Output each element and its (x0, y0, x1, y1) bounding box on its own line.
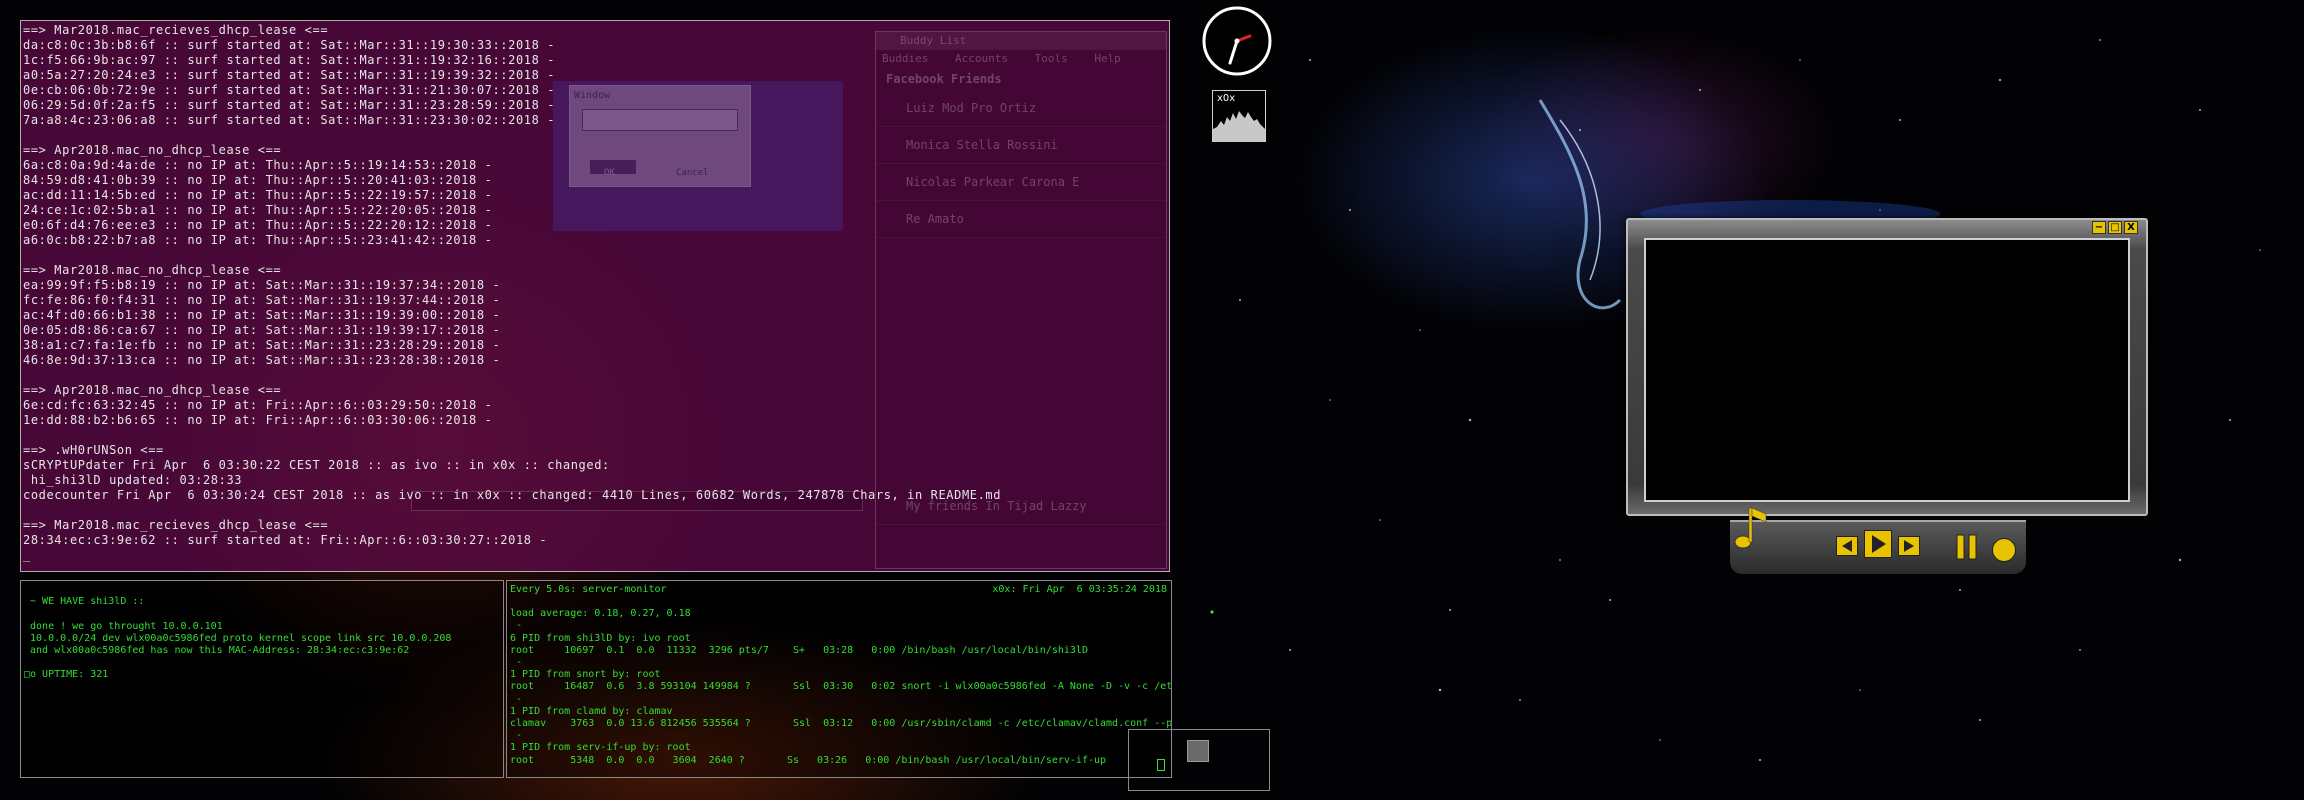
main-terminal-window[interactable]: Window OK Cancel Buddy List Buddies Acco… (20, 20, 1170, 572)
terminal-line: - (516, 730, 523, 742)
previous-icon (1842, 540, 1852, 552)
terminal-line: 46:8e:9d:37:13:ca :: no IP at: Sat::Mar:… (23, 353, 501, 367)
pager-workspace-cell[interactable] (1187, 740, 1209, 762)
server-monitor-output: load average: 0.18, 0.27, 0.18 - 6 PID f… (510, 596, 1172, 767)
terminal-line: load average: 0.18, 0.27, 0.18 (510, 608, 691, 620)
terminal-line: fc:fe:86:f0:f4:31 :: no IP at: Sat::Mar:… (23, 293, 501, 307)
terminal-line: ac:4f:d0:66:b1:38 :: no IP at: Sat::Mar:… (23, 308, 501, 322)
terminal-line: 1 PID from serv-if-up by: root (510, 742, 691, 754)
play-icon (1872, 535, 1886, 553)
terminal-line: 6 PID from shi3lD by: ivo root (510, 632, 691, 644)
terminal-line: and wlx00a0c5986fed has now this MAC-Add… (30, 645, 410, 657)
next-icon (1904, 540, 1914, 552)
cpu-load-graph: x0x (1212, 90, 1266, 142)
terminal-line: ea:99:9f:f5:b8:19 :: no IP at: Sat::Mar:… (23, 278, 501, 292)
terminal-line: da:c8:0c:3b:b8:6f :: surf started at: Sa… (23, 38, 556, 52)
stop-icon (1993, 539, 2015, 561)
terminal-line: 1 PID from snort by: root (510, 669, 661, 681)
terminal-line: 24:ce:1c:02:5b:a1 :: no IP at: Thu::Apr:… (23, 203, 493, 217)
terminal-line: 38:a1:c7:fa:1e:fb :: no IP at: Sat::Mar:… (23, 338, 501, 352)
terminal-line: sCRYPtUPdater Fri Apr 6 03:30:22 CEST 20… (23, 458, 610, 472)
clock-icon (1202, 6, 1272, 76)
terminal-line: 7a:a8:4c:23:06:a8 :: surf started at: Sa… (23, 113, 556, 127)
terminal-line: 10.0.0.0/24 dev wlx00a0c5986fed proto ke… (30, 632, 452, 644)
play-button[interactable] (1864, 530, 1892, 558)
monitor-header: Every 5.0s: server-monitor (510, 584, 667, 595)
media-controls-bar (1730, 520, 2026, 574)
desktop-pager[interactable] (1128, 729, 1270, 791)
terminal-line: 6a:c8:0a:9d:4a:de :: no IP at: Thu::Apr:… (23, 158, 493, 172)
terminal-line: ==> Mar2018.mac_no_dhcp_lease <== (23, 263, 282, 277)
terminal-line: 1c:f5:66:9b:ac:97 :: surf started at: Sa… (23, 53, 556, 67)
terminal-line: - (516, 620, 523, 632)
terminal-line: 84:59:d8:41:0b:39 :: no IP at: Thu::Apr:… (23, 173, 493, 187)
terminal-line: - (516, 657, 523, 669)
terminal-line: done ! we go throught 10.0.0.101 (30, 620, 223, 632)
terminal-line: ==> Apr2018.mac_no_dhcp_lease <== (23, 143, 282, 157)
terminal-line: ==> Apr2018.mac_no_dhcp_lease <== (23, 383, 282, 397)
maximize-button[interactable]: □ (2108, 221, 2122, 234)
terminal-line: _ (23, 548, 31, 562)
pause-button[interactable] (1952, 532, 1982, 562)
previous-button[interactable] (1836, 536, 1858, 556)
terminal-line: a6:0c:b8:22:b7:a8 :: no IP at: Thu::Apr:… (23, 233, 493, 247)
pause-icon (1956, 534, 1977, 560)
minimize-button[interactable]: − (2092, 221, 2106, 234)
cpu-graph-plot (1213, 111, 1265, 141)
terminal-line: ==> Mar2018.mac_recieves_dhcp_lease <== (23, 23, 329, 37)
media-player-window[interactable]: − □ X (1626, 218, 2148, 516)
video-screen[interactable] (1644, 238, 2130, 502)
terminal-line: ==> .wH0rUNSon <== (23, 443, 164, 457)
stop-button[interactable] (1992, 538, 2016, 562)
monitor-status-line: x0x: Fri Apr 6 03:35:24 2018 (992, 584, 1167, 595)
terminal-line: ac:dd:11:14:5b:ed :: no IP at: Thu::Apr:… (23, 188, 493, 202)
terminal-line: - (516, 693, 523, 705)
terminal-line: root 10697 0.1 0.0 11332 3296 pts/7 S+ 0… (510, 644, 1088, 656)
terminal-line: e0:6f:d4:76:ee:e3 :: no IP at: Thu::Apr:… (23, 218, 493, 232)
main-terminal-output: ==> Mar2018.mac_recieves_dhcp_lease <== … (23, 23, 1001, 563)
terminal-line: 1 PID from clamd by: clamav (510, 705, 673, 717)
terminal-line: root 16487 0.6 3.8 593104 149984 ? Ssl 0… (510, 681, 1172, 693)
music-note-icon (1734, 507, 1767, 549)
terminal-line: clamav 3763 0.0 13.6 812456 535564 ? Ssl… (510, 718, 1172, 730)
close-button[interactable]: X (2124, 221, 2138, 234)
terminal-line: ~ WE HAVE shi3lD :: (30, 596, 145, 608)
terminal-line: 0e:05:d8:86:ca:67 :: no IP at: Sat::Mar:… (23, 323, 501, 337)
server-monitor-terminal-window[interactable]: Every 5.0s: server-monitor x0x: Fri Apr … (506, 580, 1172, 778)
next-button[interactable] (1898, 536, 1920, 556)
terminal-line: 1e:dd:88:b2:b6:65 :: no IP at: Fri::Apr:… (23, 413, 493, 427)
terminal-line: hi_shi3lD updated: 03:28:33 (30, 473, 243, 487)
terminal-line: 0e:cb:06:0b:72:9e :: surf started at: Sa… (23, 83, 556, 97)
shield-terminal-output: ~ WE HAVE shi3lD :: done ! we go through… (24, 584, 451, 682)
terminal-line: 6e:cd:fc:63:32:45 :: no IP at: Fri::Apr:… (23, 398, 493, 412)
terminal-line: ==> Mar2018.mac_recieves_dhcp_lease <== (23, 518, 329, 532)
terminal-line: 28:34:ec:c3:9e:62 :: surf started at: Fr… (23, 533, 548, 547)
terminal-line: 06:29:5d:0f:2a:f5 :: surf started at: Sa… (23, 98, 556, 112)
shield-terminal-window[interactable]: ~ WE HAVE shi3lD :: done ! we go through… (20, 580, 504, 778)
terminal-line: □o UPTIME: 321 (24, 669, 109, 681)
terminal-line: root 5348 0.0 0.0 3604 2640 ? Ss 03:26 0… (510, 754, 1107, 766)
terminal-line: a0:5a:27:20:24:e3 :: surf started at: Sa… (23, 68, 556, 82)
terminal-line: codecounter Fri Apr 6 03:30:24 CEST 2018… (23, 488, 1002, 502)
